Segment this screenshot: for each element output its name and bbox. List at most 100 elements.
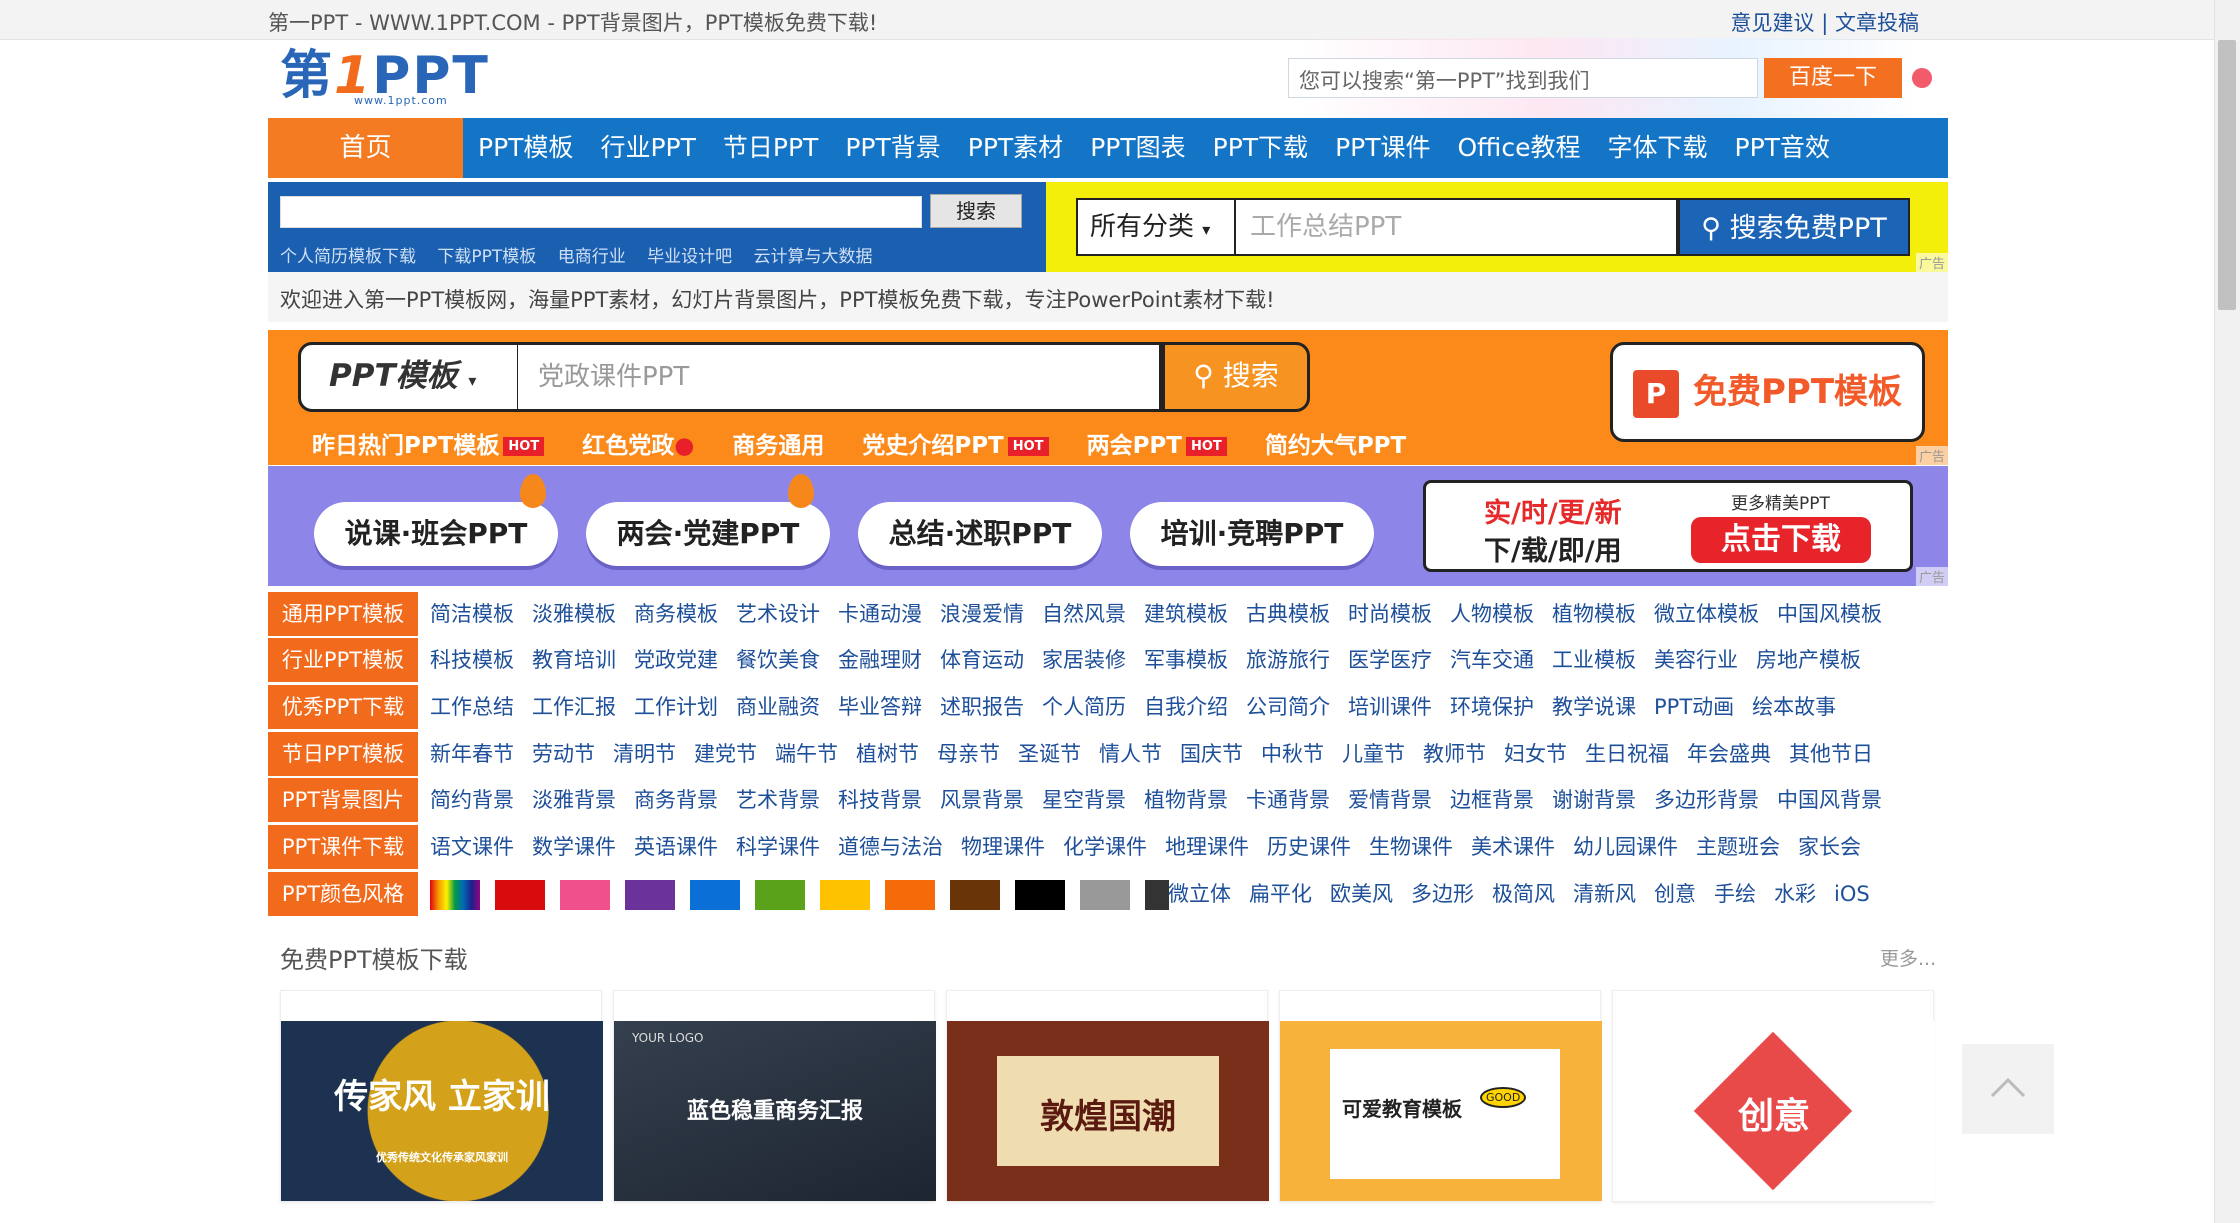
category-link[interactable]: 化学课件 [1063, 835, 1147, 859]
nav-item[interactable]: PPT素材 [968, 118, 1063, 178]
category-tag[interactable]: 通用PPT模板 [268, 592, 418, 636]
category-link[interactable]: 建党节 [694, 742, 757, 766]
category-link[interactable]: 绘本故事 [1752, 695, 1836, 719]
banner-link[interactable]: 简约大气PPT [1265, 433, 1406, 459]
category-select[interactable]: 所有分类 ▾ [1076, 198, 1236, 256]
nav-item[interactable]: PPT图表 [1090, 118, 1185, 178]
category-link[interactable]: 科技模板 [430, 648, 514, 672]
category-link[interactable]: 人物模板 [1450, 602, 1534, 626]
site-search-button[interactable]: 搜索 [930, 194, 1022, 228]
category-link[interactable]: 英语课件 [634, 835, 718, 859]
category-link[interactable]: 医学医疗 [1348, 648, 1432, 672]
baidu-search-input[interactable]: 您可以搜索“第一PPT”找到我们 [1288, 58, 1758, 98]
category-link[interactable]: 地理课件 [1165, 835, 1249, 859]
style-link[interactable]: 微立体 [1168, 882, 1231, 906]
category-link[interactable]: 中国风模板 [1777, 602, 1882, 626]
category-link[interactable]: 简约背景 [430, 788, 514, 812]
template-card[interactable]: 可爱教育模板 GOOD [1279, 990, 1602, 1202]
category-link[interactable]: 圣诞节 [1018, 742, 1081, 766]
nav-item[interactable]: 字体下载 [1607, 118, 1707, 178]
template-card[interactable]: YOUR LOGO 蓝色稳重商务汇报 [613, 990, 936, 1202]
category-link[interactable]: 环境保护 [1450, 695, 1534, 719]
category-link[interactable]: 道德与法治 [838, 835, 943, 859]
banner-link[interactable]: 商务通用 [732, 433, 824, 459]
category-link[interactable]: 述职报告 [940, 695, 1024, 719]
category-link[interactable]: 劳动节 [532, 742, 595, 766]
category-link[interactable]: 科学课件 [736, 835, 820, 859]
baidu-search-button[interactable]: 百度一下 [1764, 58, 1902, 98]
hot-keyword[interactable]: 下载PPT模板 [437, 247, 536, 267]
category-link[interactable]: 金融理财 [838, 648, 922, 672]
category-link[interactable]: 新年春节 [430, 742, 514, 766]
style-link[interactable]: 扁平化 [1249, 882, 1312, 906]
color-swatch[interactable] [625, 880, 675, 910]
category-link[interactable]: 植物背景 [1144, 788, 1228, 812]
category-link[interactable]: 公司简介 [1246, 695, 1330, 719]
category-link[interactable]: 植树节 [856, 742, 919, 766]
nav-item[interactable]: PPT课件 [1335, 118, 1430, 178]
category-link[interactable]: 生日祝福 [1585, 742, 1669, 766]
category-link[interactable]: 爱情背景 [1348, 788, 1432, 812]
category-link[interactable]: 商务模板 [634, 602, 718, 626]
category-link[interactable]: 微立体模板 [1654, 602, 1759, 626]
category-link[interactable]: 艺术设计 [736, 602, 820, 626]
nav-item[interactable]: PPT音效 [1735, 118, 1830, 178]
nav-home[interactable]: 首页 [268, 118, 463, 178]
ppt-type-select[interactable]: PPT模板 ▾ [298, 342, 520, 412]
nav-item[interactable]: 节日PPT [723, 118, 818, 178]
category-link[interactable]: 淡雅模板 [532, 602, 616, 626]
banner-link[interactable]: 红色党政● [582, 433, 694, 459]
color-swatch[interactable] [1015, 880, 1065, 910]
color-swatch[interactable] [950, 880, 1000, 910]
category-link[interactable]: 教育培训 [532, 648, 616, 672]
free-ppt-button[interactable]: P 免费PPT模板 [1610, 342, 1925, 442]
hot-keyword[interactable]: 云计算与大数据 [754, 247, 873, 267]
feedback-link[interactable]: 意见建议 [1731, 11, 1815, 35]
category-link[interactable]: 边框背景 [1450, 788, 1534, 812]
category-link[interactable]: 培训课件 [1348, 695, 1432, 719]
color-swatch[interactable] [495, 880, 545, 910]
category-link[interactable]: PPT动画 [1654, 695, 1734, 719]
banner-link[interactable]: 两会PPT HOT [1087, 433, 1227, 459]
category-link[interactable]: 美容行业 [1654, 648, 1738, 672]
category-tag[interactable]: PPT颜色风格 [268, 872, 418, 916]
back-to-top-button[interactable] [1962, 1044, 2054, 1134]
hot-keyword[interactable]: 电商行业 [558, 247, 626, 267]
color-swatch[interactable] [1080, 880, 1130, 910]
category-link[interactable]: 艺术背景 [736, 788, 820, 812]
category-link[interactable]: 中国风背景 [1777, 788, 1882, 812]
color-swatch[interactable] [755, 880, 805, 910]
template-card[interactable]: 创意 [1612, 990, 1935, 1202]
category-tag[interactable]: PPT课件下载 [268, 825, 418, 869]
scrollbar-thumb[interactable] [2218, 40, 2236, 310]
free-search-button[interactable]: ⚲ 搜索免费PPT [1678, 198, 1910, 256]
free-search-input[interactable]: 工作总结PPT [1236, 198, 1678, 256]
color-swatch[interactable] [885, 880, 935, 910]
style-link[interactable]: 手绘 [1714, 882, 1756, 906]
nav-item[interactable]: Office教程 [1458, 118, 1581, 178]
category-link[interactable]: 端午节 [775, 742, 838, 766]
ppt-search-input[interactable]: 党政课件PPT [518, 342, 1162, 412]
category-link[interactable]: 年会盛典 [1687, 742, 1771, 766]
banner-pill[interactable]: 两会·党建PPT [586, 502, 830, 566]
category-link[interactable]: 淡雅背景 [532, 788, 616, 812]
category-tag[interactable]: 优秀PPT下载 [268, 685, 418, 729]
color-swatch[interactable] [1145, 880, 1169, 910]
category-link[interactable]: 谢谢背景 [1552, 788, 1636, 812]
category-link[interactable]: 工业模板 [1552, 648, 1636, 672]
color-swatch[interactable] [690, 880, 740, 910]
category-link[interactable]: 情人节 [1099, 742, 1162, 766]
category-link[interactable]: 植物模板 [1552, 602, 1636, 626]
nav-item[interactable]: PPT模板 [478, 118, 573, 178]
site-search-input[interactable] [280, 196, 922, 228]
download-box[interactable]: 实/时/更/新 下/载/即/用 更多精美PPT 点击下载 [1423, 480, 1913, 572]
category-link[interactable]: 主题班会 [1696, 835, 1780, 859]
template-card[interactable]: 传家风 立家训 优秀传统文化传承家风家训 [280, 990, 603, 1202]
category-link[interactable]: 美术课件 [1471, 835, 1555, 859]
category-link[interactable]: 工作总结 [430, 695, 514, 719]
category-tag[interactable]: PPT背景图片 [268, 778, 418, 822]
category-tag[interactable]: 行业PPT模板 [268, 638, 418, 682]
category-tag[interactable]: 节日PPT模板 [268, 732, 418, 776]
category-link[interactable]: 幼儿园课件 [1573, 835, 1678, 859]
more-link[interactable]: 更多... [1880, 944, 1936, 971]
